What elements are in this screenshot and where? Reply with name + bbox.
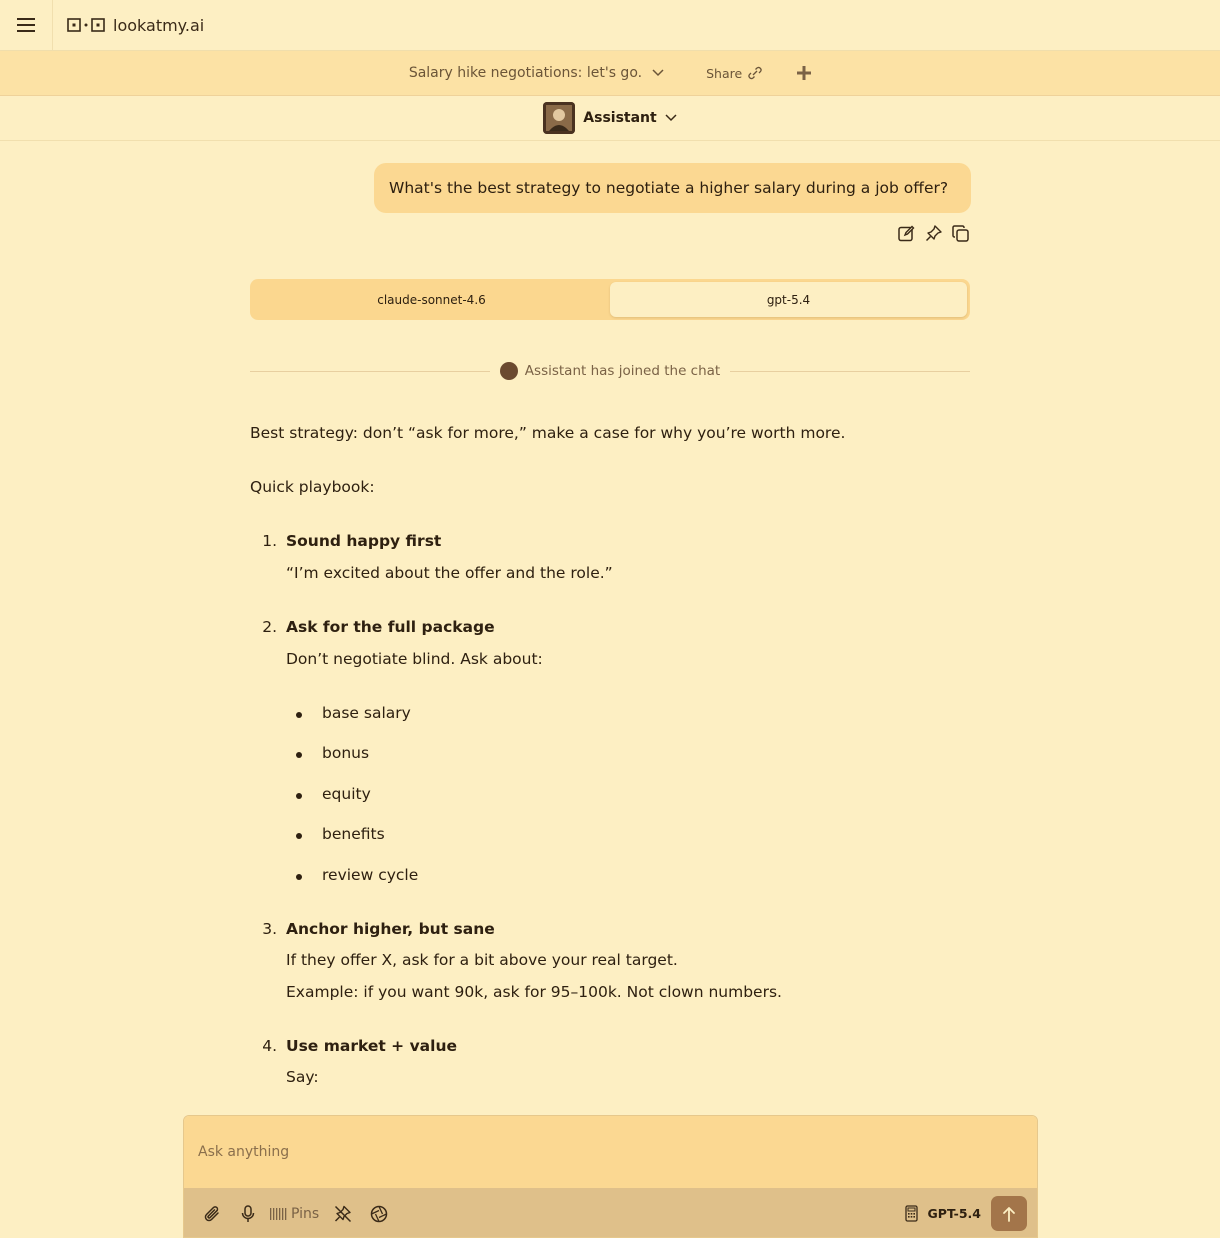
top-bar: lookatmy.ai (0, 0, 1220, 51)
tools-button[interactable] (361, 1199, 397, 1229)
attach-button[interactable] (194, 1199, 230, 1229)
aperture-icon (370, 1205, 388, 1222)
logo-icon (67, 18, 105, 32)
portrait-icon (543, 102, 576, 134)
composer-toolbar: Pins GPT-5.4 (184, 1188, 1037, 1237)
paperclip-icon (204, 1205, 219, 1221)
conversation-bar: Salary hike negotiations: let's go. Shar… (0, 51, 1220, 96)
share-label: Share (706, 65, 743, 81)
app-name: lookatmy.ai (113, 15, 205, 35)
pin-off-icon (335, 1205, 352, 1222)
message-actions (897, 224, 969, 242)
pins-label: Pins (291, 1205, 320, 1222)
tab-gpt[interactable]: gpt-5.4 (610, 282, 967, 317)
bullet-dot (296, 712, 302, 718)
share-button[interactable]: Share (706, 66, 763, 81)
step-text: Don’t negotiate blind. Ask about: (286, 650, 543, 668)
assistant-avatar (543, 102, 576, 134)
hamburger-icon (17, 18, 35, 32)
step-text: If they offer X, ask for a bit above you… (286, 951, 678, 969)
list-item: bonus (322, 744, 370, 762)
bullet-dot (296, 793, 302, 799)
brand[interactable]: lookatmy.ai (67, 16, 204, 35)
step-number: 1. (262, 532, 277, 550)
send-button[interactable] (991, 1196, 1027, 1231)
link-icon (748, 66, 762, 80)
conversation-title-dropdown[interactable]: Salary hike negotiations: let's go. (409, 65, 664, 81)
unpin-button[interactable] (325, 1199, 361, 1229)
assistant-selector[interactable]: Assistant (0, 96, 1220, 141)
arrow-up-icon (1003, 1206, 1015, 1222)
edit-button[interactable] (897, 224, 915, 242)
response-intro: Best strategy: don’t “ask for more,” mak… (250, 424, 846, 442)
divider-line (730, 370, 971, 372)
conversation-title: Salary hike negotiations: let's go. (408, 65, 643, 81)
step-number: 2. (262, 618, 277, 636)
user-message: What's the best strategy to negotiate a … (374, 163, 971, 213)
list-item: equity (322, 785, 371, 803)
assistant-name: Assistant (583, 110, 657, 126)
step-text: Say: (286, 1068, 319, 1086)
joined-text: Assistant has joined the chat (524, 363, 721, 379)
voice-button[interactable] (230, 1199, 266, 1229)
assistant-mini-avatar (499, 362, 518, 380)
copy-button[interactable] (951, 224, 969, 242)
playbook-heading: Quick playbook: (250, 478, 375, 496)
list-item: base salary (322, 704, 411, 722)
chevron-down-icon (665, 114, 677, 122)
step-number: 3. (262, 920, 277, 938)
edit-icon (897, 225, 914, 241)
model-tabs: claude-sonnet-4.6 gpt-5.4 (250, 279, 970, 320)
step-title: Anchor higher, but sane (286, 920, 495, 938)
bullet-dot (296, 833, 302, 839)
pin-button[interactable] (924, 224, 942, 242)
model-selector[interactable]: GPT-5.4 (904, 1205, 981, 1222)
list-item: benefits (322, 825, 385, 843)
joined-notice: Assistant has joined the chat (490, 362, 730, 380)
plus-icon (797, 66, 812, 80)
bullet-dot (296, 874, 302, 880)
joined-divider: Assistant has joined the chat (250, 361, 971, 381)
pin-icon (925, 224, 942, 241)
microphone-icon (241, 1204, 255, 1222)
step-title: Sound happy first (286, 532, 442, 550)
copy-icon (951, 224, 969, 242)
step-number: 4. (262, 1037, 277, 1055)
list-item: review cycle (322, 866, 419, 884)
composer: Pins (183, 1115, 1038, 1238)
step-text: Example: if you want 90k, ask for 95–100… (286, 983, 782, 1001)
pins-button[interactable]: Pins (270, 1206, 319, 1222)
tab-claude-sonnet[interactable]: claude-sonnet-4.6 (253, 282, 610, 317)
barcode-icon (270, 1207, 287, 1220)
model-label: GPT-5.4 (927, 1206, 981, 1221)
menu-button[interactable] (0, 0, 53, 51)
calculator-icon (904, 1205, 918, 1222)
message-input[interactable] (184, 1116, 1037, 1188)
step-title: Use market + value (286, 1037, 457, 1055)
step-text: “I’m excited about the offer and the rol… (286, 564, 613, 582)
step-title: Ask for the full package (286, 618, 495, 636)
chevron-down-icon (652, 69, 664, 77)
bullet-dot (296, 752, 302, 758)
divider-line (250, 370, 490, 372)
new-chat-button[interactable] (797, 66, 812, 80)
